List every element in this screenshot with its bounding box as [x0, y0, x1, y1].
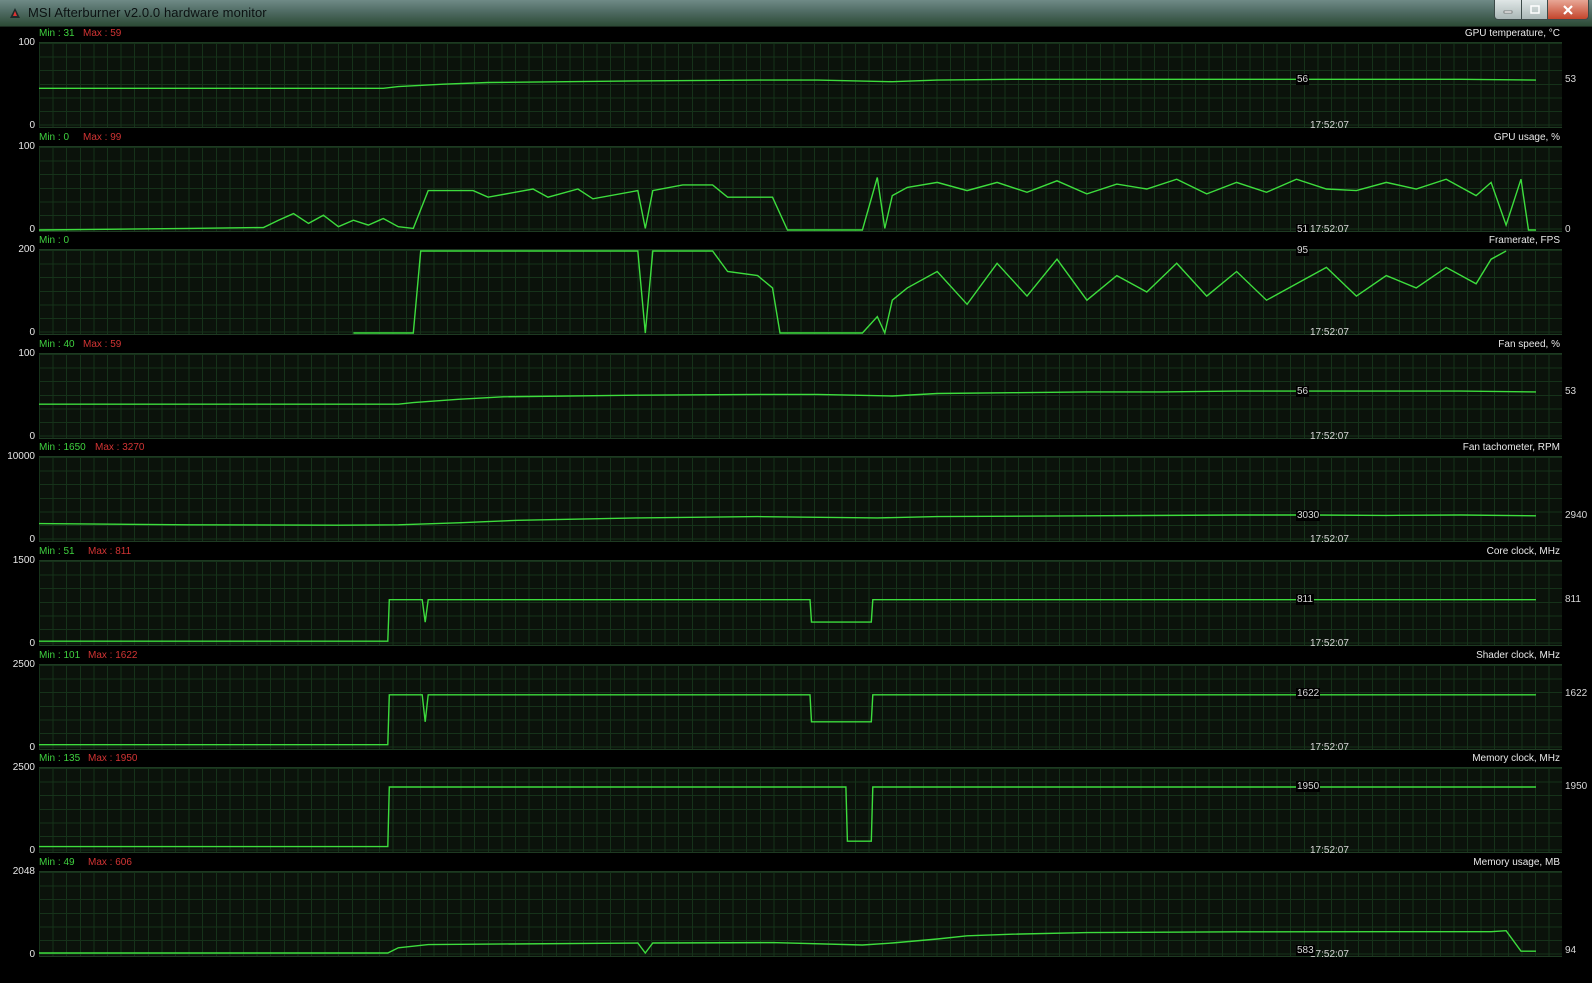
y-axis-max-label: 1500	[12, 555, 35, 566]
graph-right-value: 1950	[1565, 781, 1588, 793]
title-bar[interactable]: MSI Afterburner v2.0.0 hardware monitor	[0, 0, 1592, 27]
graph-current-value: 583	[1296, 945, 1315, 957]
close-icon	[1563, 4, 1573, 15]
graph-current-value: 56	[1296, 385, 1310, 397]
graph-series-line	[39, 78, 1537, 89]
graph-panel[interactable]: 100 0 Min : 31 Max : 59 GPU temperature, °C 1…	[0, 27, 1592, 131]
y-axis-min-label: 0	[29, 741, 35, 753]
graph-plot	[38, 176, 1536, 231]
graph-panel[interactable]: 2500 0 Min : 101 Max : 1622 Shader clock, MH…	[0, 649, 1592, 753]
graph-name: Framerate, FPS	[1488, 235, 1560, 247]
graph-name: Memory clock, MHz	[1472, 753, 1560, 765]
graph-current-value: 1622	[1296, 688, 1321, 700]
y-axis-min-label: 0	[29, 120, 35, 131]
maximize-button[interactable]	[1521, 0, 1548, 20]
graph-plot	[39, 929, 1536, 954]
minimize-icon	[1503, 10, 1513, 13]
graph-name: Fan tachometer, RPM	[1462, 442, 1560, 454]
graph-plot	[39, 78, 1537, 89]
y-axis-max-label: 100	[18, 140, 35, 152]
y-axis-min-label: 0	[29, 638, 35, 649]
graph-min-value: Min : 0	[39, 235, 70, 247]
graph-panel[interactable]: 100 0 Min : 0 Max : 99 GPU usage, % 17:52:07 5…	[0, 131, 1592, 235]
graph-current-value: 1950	[1296, 781, 1321, 793]
graph-series-line	[39, 390, 1537, 405]
y-axis-max-label: 100	[18, 347, 35, 359]
y-axis-max-label: 2500	[12, 658, 35, 670]
graph-min-value: Min : 40	[39, 338, 75, 350]
graph-min-value: Min : 1650	[39, 442, 86, 454]
graph-current-value: 56	[1296, 74, 1310, 86]
y-axis-max-label: 100	[18, 37, 35, 48]
graph-series-line	[39, 786, 1536, 848]
graph-max-value: Max : 606	[88, 856, 132, 868]
graph-min-value: Min : 0	[39, 131, 70, 143]
graph-panel[interactable]: 100 0 Min : 40 Max : 59 Fan speed, % 17:52:07…	[0, 338, 1592, 442]
graph-panel[interactable]: 2048 0 Min : 49 Max : 606 Memory usage, MB 17…	[0, 856, 1592, 960]
y-axis-max-label: 10000	[7, 451, 35, 463]
y-axis-min-label: 0	[29, 327, 35, 339]
graph-min-value: Min : 101	[39, 649, 81, 661]
graph-right-value: 2940	[1565, 510, 1588, 522]
graph-name: Core clock, MHz	[1486, 546, 1560, 557]
graph-panel[interactable]: 10000 0 Min : 1650 Max : 3270 Fan tachometer…	[0, 441, 1592, 545]
graph-name: GPU temperature, °C	[1464, 28, 1560, 39]
graph-max-value: Max : 3270	[95, 442, 145, 454]
graph-plot	[353, 250, 1507, 336]
graph-series-line	[353, 250, 1507, 336]
graph-panel[interactable]: 1500 0 Min : 51 Max : 811 Core clock, MHz 17:…	[0, 545, 1592, 649]
graph-min-value: Min : 51	[39, 546, 75, 557]
hardware-monitor-window: MSI Afterburner v2.0.0 hardware monitor …	[0, 0, 1592, 983]
graph-name: Fan speed, %	[1498, 338, 1560, 350]
graph-current-value: 95	[1296, 245, 1310, 257]
afterburner-app-icon	[10, 8, 20, 18]
graph-max-value: Max : 1622	[88, 649, 138, 661]
graph-plot	[39, 693, 1536, 745]
graph-right-value: 94	[1565, 945, 1577, 957]
graph-current-value: 3030	[1296, 510, 1321, 522]
graph-right-value: 53	[1565, 74, 1577, 86]
graph-min-value: Min : 49	[39, 856, 75, 868]
graph-current-value: 51	[1296, 223, 1310, 235]
graph-max-value: Max : 99	[83, 131, 122, 143]
close-button[interactable]	[1547, 0, 1589, 20]
graph-max-value: Max : 59	[83, 28, 122, 39]
y-axis-max-label: 2048	[12, 865, 35, 877]
graph-series-line	[39, 599, 1536, 642]
graph-max-value: Max : 1950	[88, 753, 138, 765]
graph-name: Shader clock, MHz	[1476, 649, 1560, 661]
graph-name: GPU usage, %	[1493, 131, 1560, 143]
graph-right-value: 53	[1565, 385, 1577, 397]
maximize-icon	[1529, 5, 1540, 14]
y-axis-min-label: 0	[29, 430, 35, 442]
graph-panel[interactable]: 2500 0 Min : 135 Max : 1950 Memory clock, MH…	[0, 752, 1592, 856]
window-title: MSI Afterburner v2.0.0 hardware monitor	[28, 5, 267, 20]
graph-right-value: 811	[1565, 593, 1581, 605]
graph-current-value: 811	[1296, 593, 1314, 605]
y-axis-min-label: 0	[29, 948, 35, 960]
graph-series-line	[39, 693, 1536, 745]
graph-series-line	[38, 176, 1536, 231]
y-axis-min-label: 0	[29, 845, 35, 857]
graph-plot	[38, 514, 1537, 527]
y-axis-min-label: 0	[29, 223, 35, 235]
graph-min-value: Min : 31	[39, 28, 75, 39]
graph-max-value: Max : 59	[83, 338, 122, 350]
y-axis-min-label: 0	[29, 534, 35, 546]
graph-right-value: 0	[1565, 223, 1571, 235]
graph-name: Memory usage, MB	[1473, 856, 1560, 868]
graph-min-value: Min : 135	[39, 753, 81, 765]
graph-right-value: 1622	[1565, 688, 1588, 700]
monitor-graph-area[interactable]: 100 0 Min : 31 Max : 59 GPU temperature, °C 1…	[0, 27, 1592, 983]
minimize-button[interactable]	[1494, 0, 1522, 20]
y-axis-max-label: 2500	[12, 762, 35, 774]
graph-max-value: Max : 811	[88, 546, 132, 557]
graph-plot	[39, 390, 1537, 405]
graph-panel[interactable]: 200 0 Min : 0 Framerate, FPS 17:52:07 95	[0, 234, 1592, 338]
y-axis-max-label: 200	[18, 244, 35, 256]
